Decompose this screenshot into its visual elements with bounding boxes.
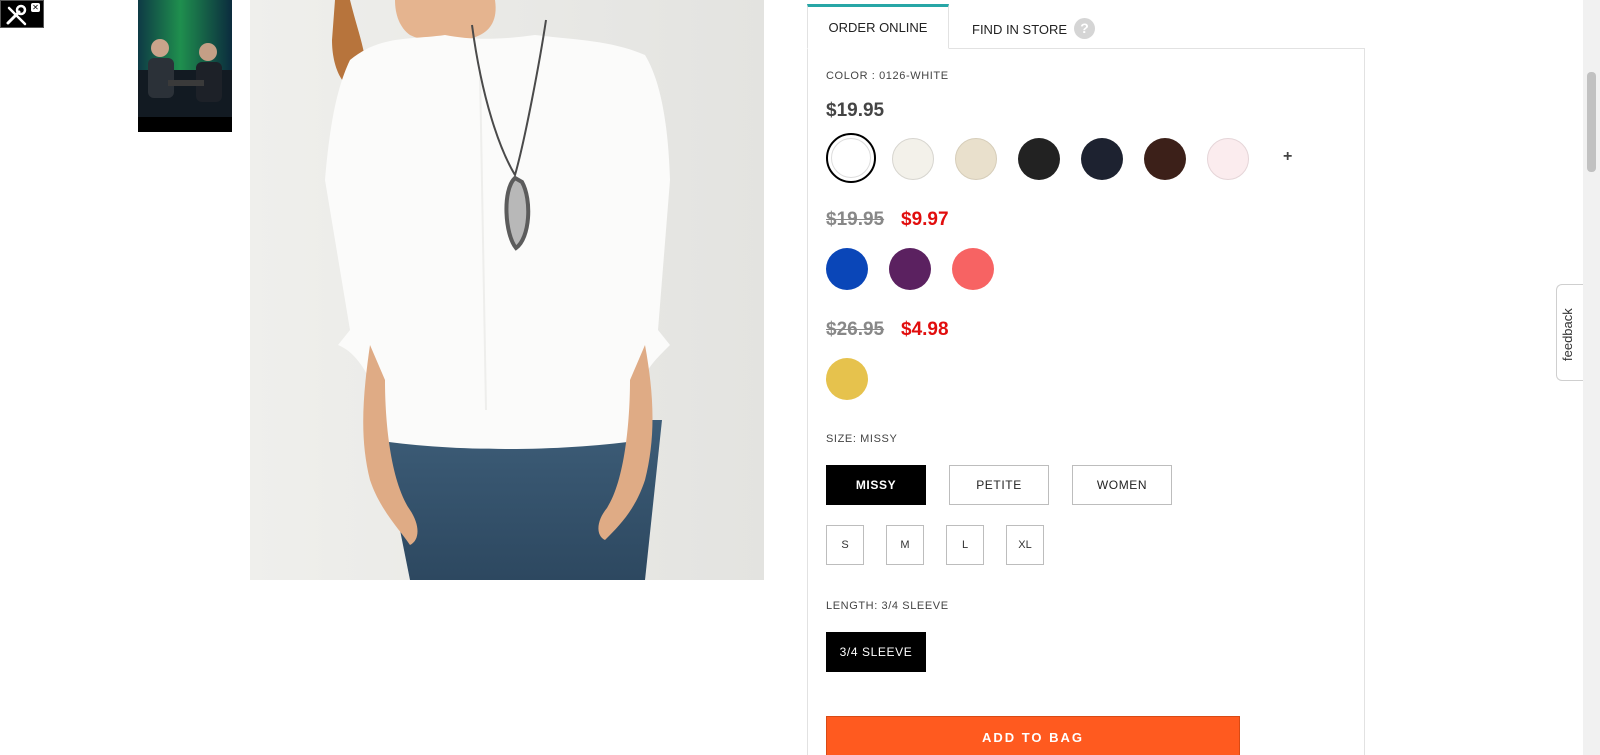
feedback-tab[interactable]: feedback (1556, 284, 1584, 381)
length-label-value: 3/4 SLEEVE (881, 600, 949, 612)
price-sale: $9.97 (901, 209, 949, 230)
thumbnail-image (138, 0, 232, 117)
color-swatch-ivory[interactable] (892, 138, 934, 180)
price-original: $26.95 (826, 319, 885, 340)
scrollbar-thumb[interactable] (1587, 72, 1596, 172)
size-option-s[interactable]: S (826, 525, 864, 565)
size-type-petite[interactable]: PETITE (949, 465, 1049, 505)
size-label-prefix: SIZE: (826, 433, 857, 445)
tab-order-online[interactable]: ORDER ONLINE (807, 4, 949, 49)
color-swatch-coral[interactable] (952, 248, 994, 290)
length-label: LENGTH: 3/4 SLEEVE (826, 600, 949, 612)
color-swatch-white[interactable] (826, 133, 876, 183)
price-regular: $19.95 (826, 100, 885, 121)
color-swatch-blush[interactable] (1207, 138, 1249, 180)
size-option-xl[interactable]: XL (1006, 525, 1044, 565)
feedback-label: feedback (1560, 308, 1575, 361)
color-swatch-plum[interactable] (889, 248, 931, 290)
length-label-prefix: LENGTH: (826, 600, 878, 612)
color-label: COLOR : 0126-WHITE (826, 70, 949, 82)
help-icon[interactable]: ? (1074, 18, 1095, 39)
price-original: $19.95 (826, 209, 885, 230)
product-image[interactable] (250, 0, 764, 580)
size-option-m[interactable]: M (886, 525, 924, 565)
product-photo (250, 0, 764, 580)
color-swatch-brown[interactable] (1144, 138, 1186, 180)
size-label-value: MISSY (860, 433, 898, 445)
scrollbar[interactable] (1583, 0, 1600, 755)
size-label: SIZE: MISSY (826, 433, 897, 445)
color-swatch-navy[interactable] (1081, 138, 1123, 180)
size-type-women[interactable]: WOMEN (1072, 465, 1172, 505)
color-swatch-black[interactable] (1018, 138, 1060, 180)
tools-widget[interactable]: ✕ (0, 0, 44, 28)
close-icon[interactable]: ✕ (31, 3, 40, 12)
length-option-three-quarter[interactable]: 3/4 SLEEVE (826, 632, 926, 672)
price-sale: $4.98 (901, 319, 949, 340)
size-type-missy[interactable]: MISSY (826, 465, 926, 505)
tools-icon (6, 4, 27, 26)
color-swatch-royal-blue[interactable] (826, 248, 868, 290)
tab-find-in-store[interactable]: FIND IN STORE (972, 22, 1067, 37)
color-swatch-cream[interactable] (955, 138, 997, 180)
swatch-dot (831, 138, 871, 178)
video-thumbnail[interactable] (138, 0, 232, 132)
size-option-l[interactable]: L (946, 525, 984, 565)
add-to-bag-button[interactable]: ADD TO BAG (826, 716, 1240, 755)
color-swatch-yellow[interactable] (826, 358, 868, 400)
more-colors-button[interactable]: + (1283, 148, 1292, 166)
